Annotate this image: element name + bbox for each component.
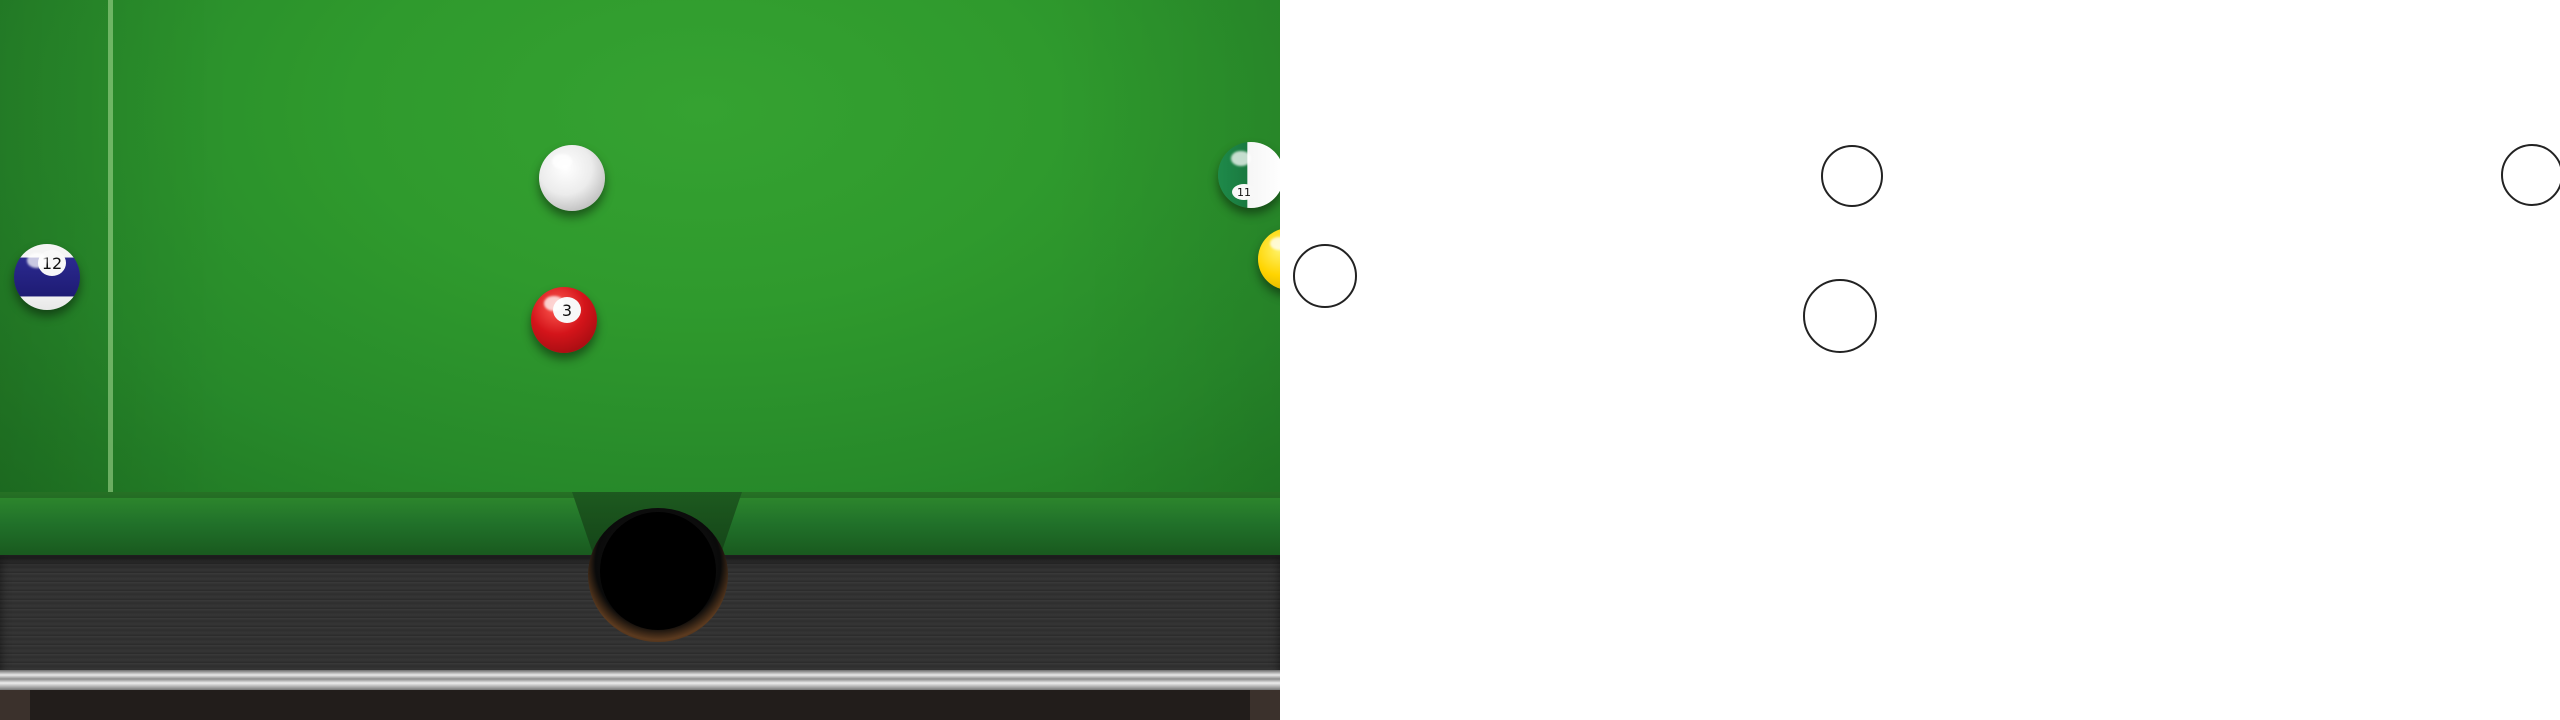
felt-shading (0, 0, 1280, 500)
ball-highlight (1270, 236, 1280, 251)
cue-ball[interactable] (539, 145, 605, 211)
ball-highlight (552, 154, 572, 169)
ball-number-label: 11 (1232, 184, 1256, 200)
rail-base (0, 690, 1280, 720)
ball-highlight (544, 296, 564, 311)
ball-11-outline (2501, 144, 2560, 206)
ball-3[interactable]: 3 (531, 287, 597, 353)
ball-highlight (1231, 151, 1251, 166)
cue-ball-outline (1821, 145, 1883, 207)
ball-12-outline (1293, 244, 1357, 308)
ball-3-outline (1803, 279, 1877, 353)
rail-chrome-trim (0, 670, 1280, 690)
rail-base-corner-left (0, 690, 30, 720)
head-string-line (108, 0, 113, 492)
rail-base-corner-right (1250, 690, 1280, 720)
ball-12[interactable]: 12 (14, 244, 80, 310)
pool-table-view[interactable]: 3 12 11 (0, 0, 1280, 720)
side-pocket (600, 512, 716, 630)
ball-11[interactable]: 11 (1218, 142, 1280, 208)
ball-highlight (27, 253, 47, 268)
